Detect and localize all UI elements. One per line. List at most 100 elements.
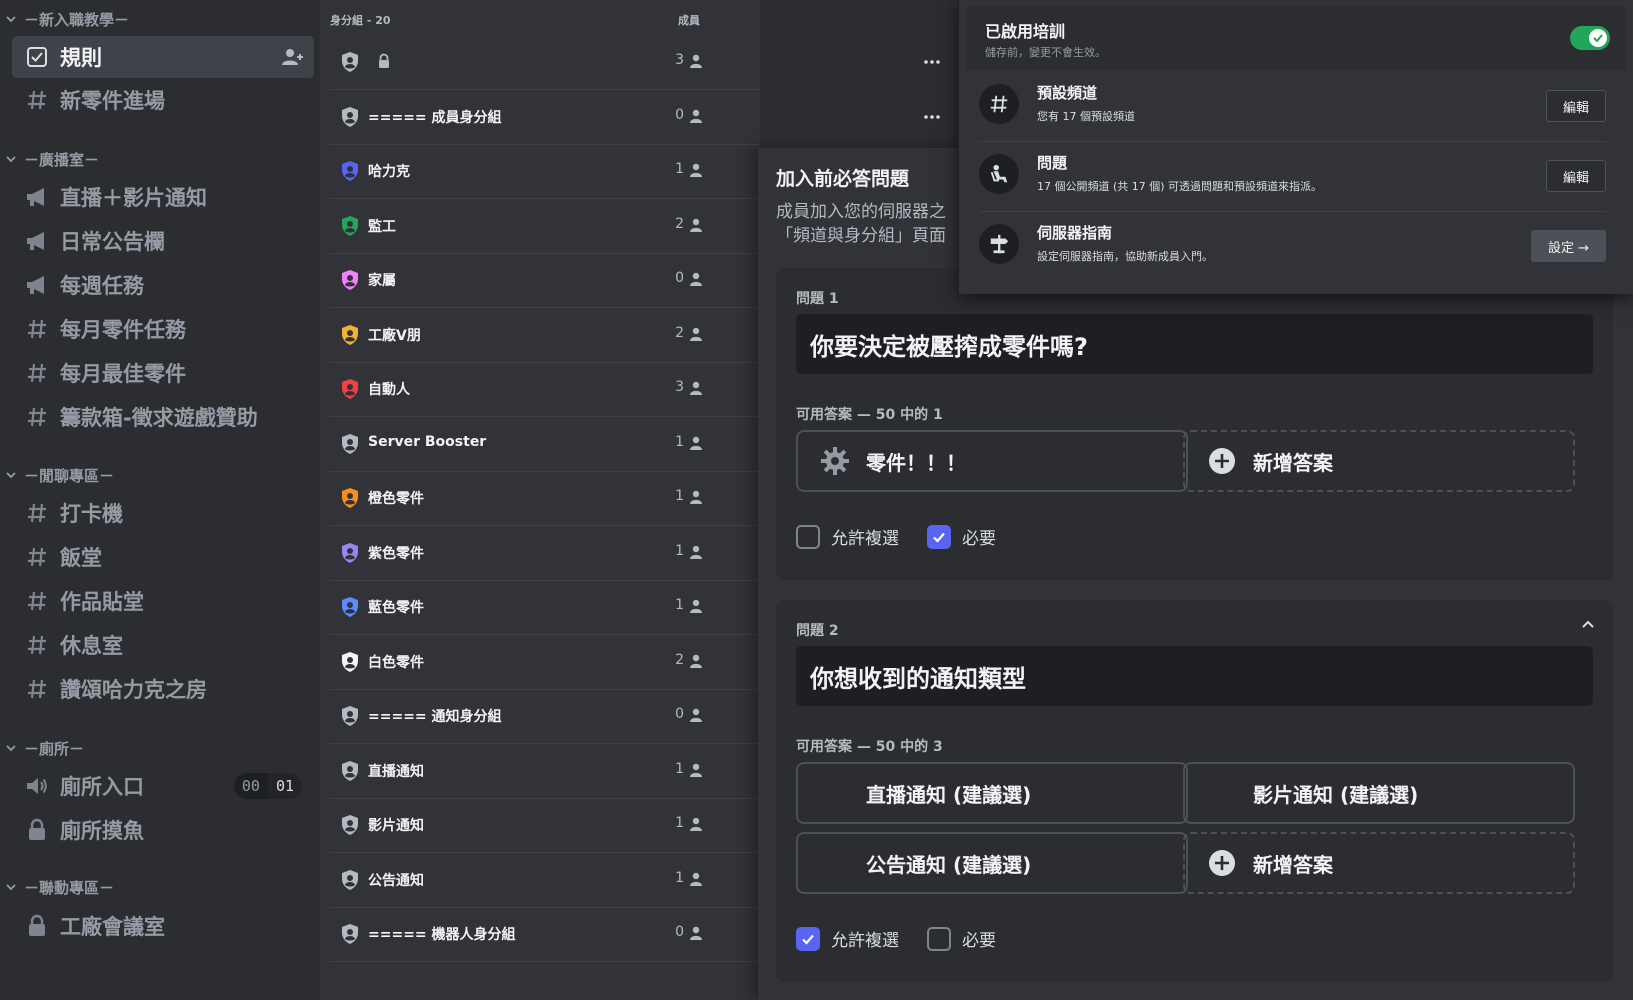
role-row[interactable]: 監工 2 <box>330 198 760 254</box>
add-member-icon[interactable] <box>280 45 304 69</box>
role-member-count: 3 <box>675 52 684 68</box>
channel-weekly-tasks[interactable]: 每週任務 <box>12 264 314 306</box>
channel-artwork[interactable]: 作品貼堂 <box>12 580 314 622</box>
category-collab[interactable]: －聯動專區－ <box>4 872 114 902</box>
question-input[interactable]: 你要決定被壓搾成零件嗎? <box>796 314 1593 374</box>
required-checkbox[interactable]: 必要 <box>927 524 996 549</box>
question-input[interactable]: 你想收到的通知類型 <box>796 646 1593 706</box>
setup-server-guide-button[interactable]: 設定 → <box>1530 230 1606 262</box>
person-icon <box>690 654 702 668</box>
role-row[interactable]: 紫色零件 1 <box>330 525 760 581</box>
onboarding-header: 已啟用培訓 儲存前，變更不會生效。 <box>967 6 1626 70</box>
channel-name: 日常公告欄 <box>60 230 165 254</box>
chevron-down-icon <box>6 745 16 752</box>
role-name: 藍色零件 <box>368 600 424 616</box>
more-options-button[interactable] <box>915 99 949 134</box>
category-broadcast[interactable]: －廣播室－ <box>4 144 99 174</box>
role-name: 哈力克 <box>368 164 410 180</box>
channel-daily-announcements[interactable]: 日常公告欄 <box>12 220 314 262</box>
role-row[interactable]: 直播通知 1 <box>330 743 760 799</box>
question-label: 問題 2 <box>796 623 839 639</box>
role-row[interactable]: 工廠V朋 2 <box>330 307 760 363</box>
role-shield-icon <box>342 706 358 726</box>
channel-canteen[interactable]: 飯堂 <box>12 536 314 578</box>
add-answer-button[interactable]: 新增答案 <box>1183 430 1575 492</box>
channel-toilet-entrance[interactable]: 廁所入口 00 01 <box>12 765 314 807</box>
role-row[interactable]: 3 <box>330 34 949 90</box>
person-icon <box>690 54 702 68</box>
role-row[interactable]: 藍色零件 1 <box>330 579 760 635</box>
role-member-count: 0 <box>675 270 684 286</box>
role-row[interactable]: Server Booster 1 <box>330 416 760 472</box>
add-answer-button[interactable]: 新增答案 <box>1183 832 1575 894</box>
role-row[interactable]: 哈力克 1 <box>330 143 760 199</box>
role-name: ===== 通知身分組 <box>368 709 502 725</box>
members-header: 成員 <box>678 14 700 27</box>
channel-name: 休息室 <box>60 634 123 658</box>
channel-factory-meeting-room[interactable]: 工廠會議室 <box>12 905 314 947</box>
person-icon <box>690 272 702 286</box>
megaphone-icon <box>24 228 50 254</box>
role-row[interactable]: ===== 機器人身分組 0 <box>330 906 760 962</box>
person-icon <box>690 872 702 886</box>
channel-name: 打卡機 <box>60 502 123 526</box>
category-chat[interactable]: －閒聊專區－ <box>4 460 114 490</box>
channel-live-video-notice[interactable]: 直播＋影片通知 <box>12 176 314 218</box>
channel-praise-room[interactable]: 讚頌哈力克之房 <box>12 668 314 710</box>
role-shield-icon <box>342 815 358 835</box>
questions-description-line-1: 成員加入您的伺服器之 <box>776 202 946 222</box>
category-toilet[interactable]: －廁所－ <box>4 733 84 763</box>
role-shield-icon <box>342 869 358 890</box>
checkbox-checked[interactable] <box>796 926 820 951</box>
hashtag-icon <box>979 84 1019 124</box>
checkbox-checked[interactable] <box>927 524 951 549</box>
channel-lounge[interactable]: 休息室 <box>12 624 314 666</box>
category-onboarding[interactable]: －新入職教學－ <box>4 4 129 34</box>
checkbox-unchecked[interactable] <box>796 524 820 549</box>
answers-label: 可用答案 — 50 中的 1 <box>796 407 943 423</box>
role-member-count: 2 <box>675 215 684 232</box>
checkbox-unchecked[interactable] <box>927 926 951 951</box>
channel-punch-clock[interactable]: 打卡機 <box>12 492 314 534</box>
role-row[interactable]: ===== 通知身分組 0 <box>330 688 760 744</box>
role-row[interactable]: 橙色零件 1 <box>330 470 760 526</box>
checkbox-label: 必要 <box>962 529 996 549</box>
role-member-count: 1 <box>675 488 684 504</box>
onboarding-toggle[interactable] <box>1570 26 1610 50</box>
hashtag-icon <box>24 588 50 614</box>
required-checkbox[interactable]: 必要 <box>927 926 996 951</box>
onboarding-title: 已啟用培訓 <box>985 22 1066 41</box>
more-options-button[interactable] <box>915 45 949 79</box>
channel-new-parts[interactable]: 新零件進場 <box>12 79 314 121</box>
channel-fundraising[interactable]: 籌款箱-徵求遊戲贊助 <box>12 396 314 438</box>
answer-option[interactable]: 零件！！！ <box>796 430 1188 492</box>
chevron-up-icon[interactable] <box>1579 616 1597 634</box>
row-description: 17 個公開頻道 (共 17 個) 可透過問題和預設頻道來指派。 <box>1037 180 1323 193</box>
allow-multiple-checkbox[interactable]: 允許複選 <box>796 524 899 549</box>
role-row[interactable]: 家屬 0 <box>330 252 760 308</box>
channel-rules[interactable]: 規則 <box>12 36 314 78</box>
role-name: ===== 機器人身分組 <box>368 927 516 943</box>
answer-option[interactable]: 公告通知 (建議選) <box>796 832 1188 894</box>
channel-monthly-part-tasks[interactable]: 每月零件任務 <box>12 308 314 350</box>
edit-default-channels-button[interactable]: 編輯 <box>1545 90 1606 122</box>
role-row[interactable]: 自動人 3 <box>330 361 760 417</box>
role-row[interactable]: ===== 成員身分組 0 <box>330 89 949 145</box>
person-icon <box>690 327 702 341</box>
channel-name: 每月最佳零件 <box>60 362 186 386</box>
answer-option[interactable]: 直播通知 (建議選) <box>796 762 1188 824</box>
check-icon <box>1593 34 1603 43</box>
role-row[interactable]: 影片通知 1 <box>330 797 760 853</box>
hashtag-icon <box>24 676 50 702</box>
role-row[interactable]: 白色零件 2 <box>330 634 760 690</box>
answer-option[interactable]: 影片通知 (建議選) <box>1183 762 1575 824</box>
role-row[interactable]: 公告通知 1 <box>330 852 760 908</box>
hashtag-icon <box>24 360 50 386</box>
locked-channel-icon <box>24 913 50 939</box>
edit-questions-button[interactable]: 編輯 <box>1545 160 1606 192</box>
allow-multiple-checkbox[interactable]: 允許複選 <box>796 926 899 951</box>
channel-toilet-slack[interactable]: 廁所摸魚 <box>12 809 314 851</box>
channel-monthly-best-part[interactable]: 每月最佳零件 <box>12 352 314 394</box>
answer-text: 公告通知 (建議選) <box>866 852 1032 877</box>
onboarding-row-default-channels: 預設頻道 您有 17 個預設頻道 編輯 <box>979 70 1606 142</box>
